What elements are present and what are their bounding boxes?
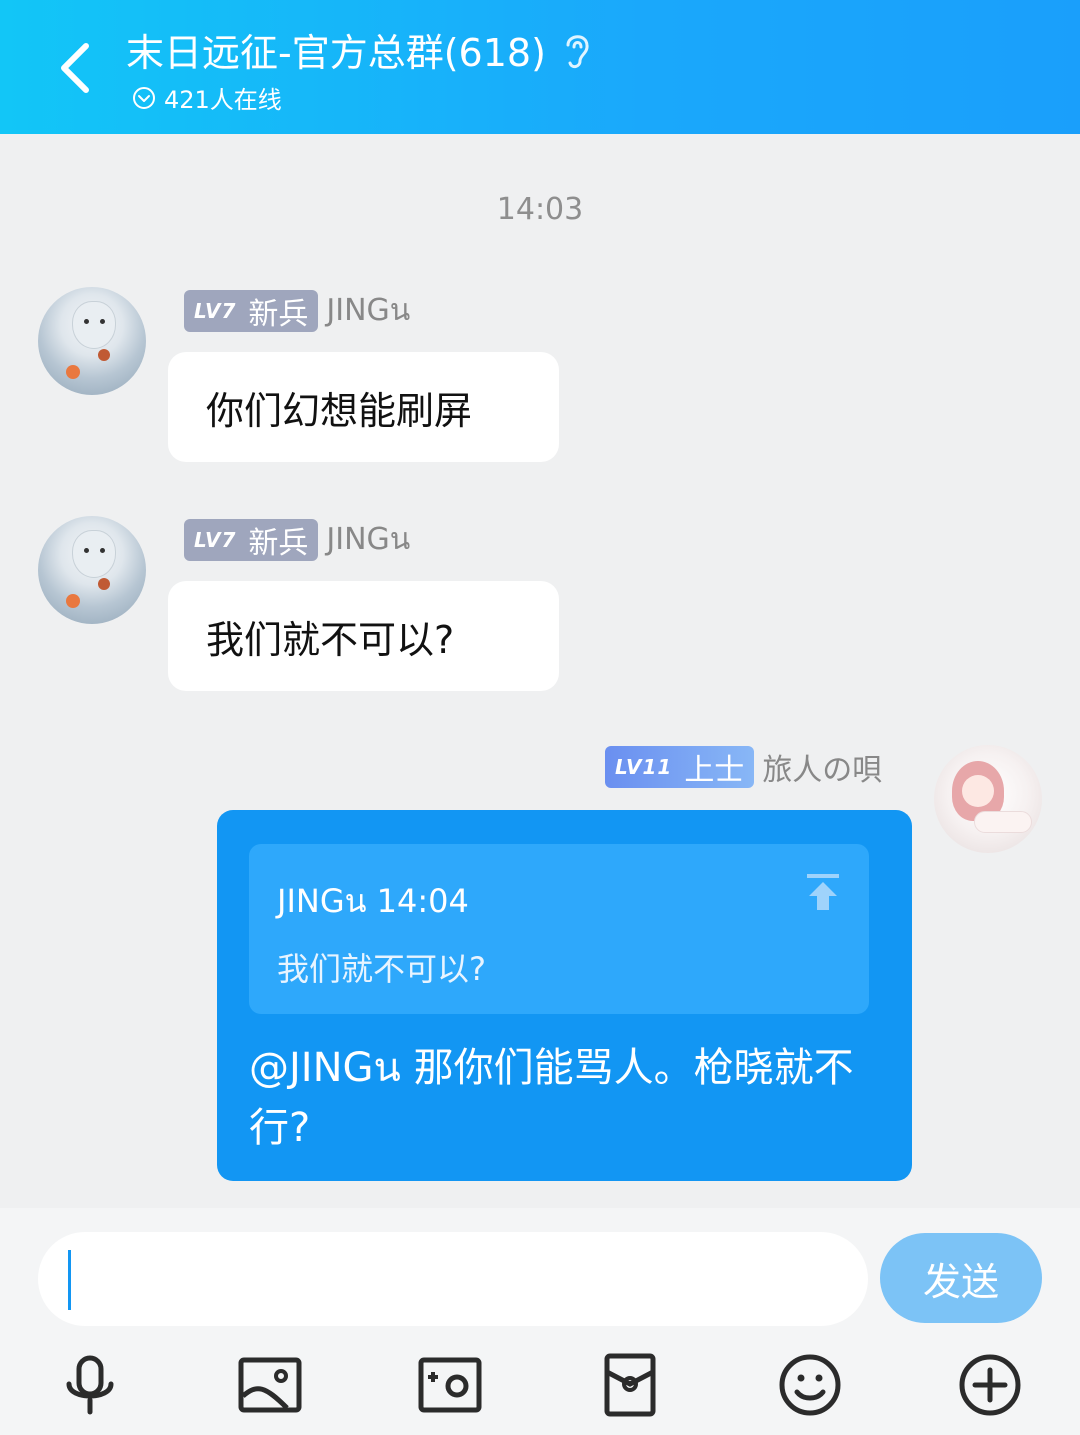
- message-bubble[interactable]: 我们就不可以?: [168, 581, 559, 691]
- level-label: LV7: [194, 298, 237, 323]
- chat-timestamp: 14:03: [496, 192, 584, 227]
- reply-text: @JINGน 那你们能骂人。枪晓就不行?: [249, 1045, 854, 1151]
- title-row[interactable]: 末日远征-官方总群(618): [126, 22, 594, 77]
- my-message-bubble[interactable]: JINGน 14:04 我们就不可以? @JINGน 那你们能骂人。枪晓就不行?: [217, 810, 912, 1181]
- emoji-icon[interactable]: [775, 1350, 845, 1420]
- red-packet-icon[interactable]: [595, 1350, 665, 1420]
- online-count: 421人在线: [164, 86, 282, 114]
- my-sender-info: LV11 上士 旅人の唄: [605, 745, 882, 789]
- ear-icon[interactable]: [560, 29, 594, 71]
- avatar[interactable]: [38, 516, 146, 624]
- sender-info: LV7 新兵 JINGน: [184, 287, 410, 334]
- sender-name[interactable]: 旅人の唄: [762, 745, 882, 789]
- input-panel: 发送: [0, 1208, 1080, 1435]
- quoted-message[interactable]: JINGน 14:04 我们就不可以?: [249, 844, 869, 1014]
- level-label: LV11: [615, 755, 673, 779]
- text-cursor: [68, 1250, 71, 1310]
- quote-text: 我们就不可以?: [277, 950, 486, 988]
- image-icon[interactable]: [235, 1350, 305, 1420]
- message-input[interactable]: [38, 1232, 868, 1326]
- avatar[interactable]: [38, 287, 146, 395]
- toolbar: [0, 1344, 1080, 1434]
- jump-to-top-icon[interactable]: [805, 872, 841, 912]
- plus-icon[interactable]: [955, 1350, 1025, 1420]
- quote-header: JINGน 14:04: [277, 882, 469, 920]
- rank-label: 新兵: [248, 296, 309, 332]
- level-badge: LV7 新兵: [184, 289, 319, 332]
- level-badge: LV7 新兵: [184, 518, 319, 561]
- sender-name[interactable]: JINGน: [326, 287, 410, 334]
- level-label: LV7: [194, 527, 237, 552]
- group-title: 末日远征-官方总群(618): [126, 31, 546, 75]
- rank-label: 上士: [684, 753, 745, 788]
- send-button[interactable]: 发送: [880, 1233, 1042, 1323]
- camera-icon[interactable]: [415, 1350, 485, 1420]
- online-status[interactable]: 421人在线: [132, 80, 282, 115]
- rank-label: 新兵: [248, 525, 309, 561]
- chat-header: 末日远征-官方总群(618) 421人在线: [0, 0, 1080, 134]
- sender-info: LV7 新兵 JINGน: [184, 516, 410, 563]
- message-bubble[interactable]: 你们幻想能刷屏: [168, 352, 559, 462]
- sender-name[interactable]: JINGน: [326, 516, 410, 563]
- microphone-icon[interactable]: [55, 1350, 125, 1420]
- level-badge: LV11 上士: [605, 746, 755, 788]
- chevron-down-circle-icon: [133, 86, 155, 109]
- back-arrow-icon[interactable]: [52, 40, 102, 96]
- my-avatar[interactable]: [934, 745, 1042, 853]
